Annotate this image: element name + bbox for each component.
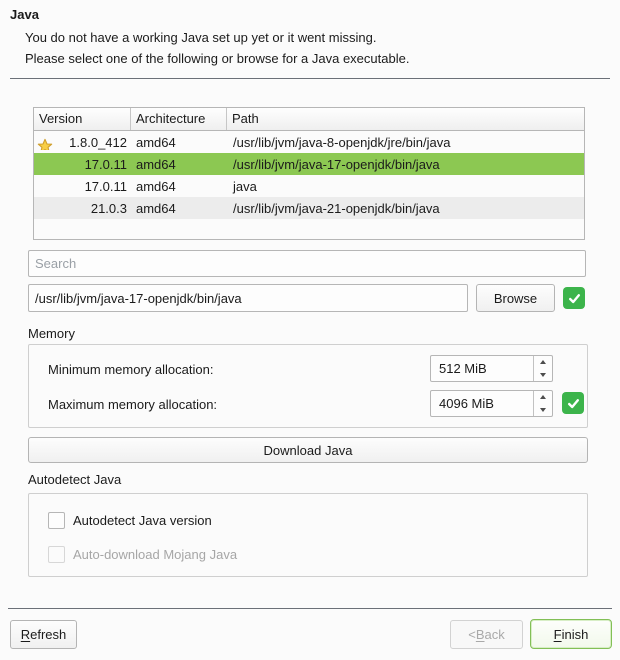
header-description-line-1: You do not have a working Java set up ye… — [25, 30, 376, 45]
autodetect-group-label: Autodetect Java — [28, 472, 121, 487]
browse-button[interactable]: Browse — [476, 284, 555, 312]
auto-download-mojang-label: Auto-download Mojang Java — [73, 547, 237, 562]
table-row-java-21[interactable]: 21.0.3 amd64 /usr/lib/jvm/java-21-openjd… — [34, 197, 584, 219]
table-body: 1.8.0_412 amd64 /usr/lib/jvm/java-8-open… — [34, 131, 584, 219]
column-header-architecture[interactable]: Architecture — [131, 108, 227, 130]
refresh-button[interactable]: Refresh — [10, 620, 77, 649]
footer-divider — [8, 608, 612, 609]
arrow-down-icon — [540, 408, 546, 412]
download-java-button[interactable]: Download Java — [28, 437, 588, 463]
cell-path: /usr/lib/jvm/java-21-openjdk/bin/java — [227, 201, 584, 216]
header-divider — [10, 78, 610, 79]
cell-version: 17.0.11 — [34, 157, 131, 172]
cell-architecture: amd64 — [131, 179, 227, 194]
autodetect-java-version-option[interactable]: Autodetect Java version — [48, 511, 212, 529]
cell-path: java — [227, 179, 584, 194]
cell-path: /usr/lib/jvm/java-17-openjdk/bin/java — [227, 157, 584, 172]
checkmark-icon — [567, 397, 580, 410]
back-button[interactable]: < Back — [450, 620, 523, 649]
star-icon — [37, 138, 53, 150]
min-memory-value[interactable]: 512 MiB — [431, 356, 533, 381]
min-memory-spin-up[interactable] — [534, 356, 552, 369]
table-header: Version Architecture Path — [34, 108, 584, 131]
column-header-path[interactable]: Path — [227, 108, 584, 130]
finish-button[interactable]: Finish — [530, 619, 612, 649]
java-path-input[interactable] — [28, 284, 468, 312]
search-input[interactable] — [28, 250, 586, 277]
min-memory-spin-buttons — [533, 356, 552, 381]
arrow-up-icon — [540, 395, 546, 399]
cell-version: 21.0.3 — [34, 201, 131, 216]
table-row-java-8[interactable]: 1.8.0_412 amd64 /usr/lib/jvm/java-8-open… — [34, 131, 584, 153]
memory-group-label: Memory — [28, 326, 75, 341]
cell-version: 1.8.0_412 — [34, 135, 131, 150]
arrow-down-icon — [540, 373, 546, 377]
java-versions-table: Version Architecture Path 1.8.0_412 amd6… — [33, 107, 585, 240]
max-memory-value[interactable]: 4096 MiB — [431, 391, 533, 416]
version-text: 1.8.0_412 — [69, 135, 127, 150]
autodetect-java-version-checkbox[interactable] — [48, 512, 65, 529]
table-row-java-17-system[interactable]: 17.0.11 amd64 java — [34, 175, 584, 197]
table-row-java-17-selected[interactable]: 17.0.11 amd64 /usr/lib/jvm/java-17-openj… — [34, 153, 584, 175]
max-memory-spin-buttons — [533, 391, 552, 416]
page-title: Java — [10, 7, 39, 22]
header-description-line-2: Please select one of the following or br… — [25, 51, 409, 66]
max-memory-spin-up[interactable] — [534, 391, 552, 404]
max-memory-spinbox[interactable]: 4096 MiB — [430, 390, 553, 417]
cell-architecture: amd64 — [131, 157, 227, 172]
autodetect-group-box — [28, 493, 588, 577]
java-setup-wizard-page: Java You do not have a working Java set … — [0, 0, 620, 660]
min-memory-spinbox[interactable]: 512 MiB — [430, 355, 553, 382]
auto-download-mojang-option[interactable]: Auto-download Mojang Java — [48, 545, 237, 563]
cell-architecture: amd64 — [131, 135, 227, 150]
max-memory-spin-down[interactable] — [534, 404, 552, 417]
auto-download-mojang-checkbox[interactable] — [48, 546, 65, 563]
max-memory-label: Maximum memory allocation: — [48, 397, 217, 412]
column-header-version[interactable]: Version — [34, 108, 131, 130]
autodetect-java-version-label: Autodetect Java version — [73, 513, 212, 528]
max-memory-valid-checkbox[interactable] — [562, 392, 584, 414]
arrow-up-icon — [540, 360, 546, 364]
min-memory-spin-down[interactable] — [534, 369, 552, 382]
checkmark-icon — [568, 292, 581, 305]
java-path-valid-checkbox[interactable] — [563, 287, 585, 309]
cell-path: /usr/lib/jvm/java-8-openjdk/jre/bin/java — [227, 135, 584, 150]
cell-version: 17.0.11 — [34, 179, 131, 194]
min-memory-label: Minimum memory allocation: — [48, 362, 213, 377]
cell-architecture: amd64 — [131, 201, 227, 216]
